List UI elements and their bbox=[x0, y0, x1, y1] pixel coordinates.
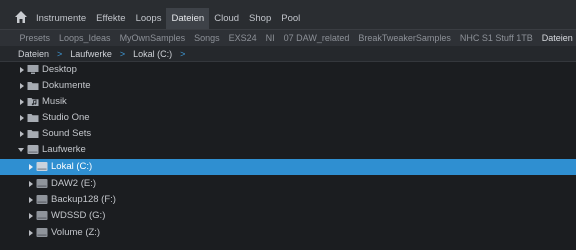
breadcrumb-separator: > bbox=[57, 48, 63, 59]
favorite-exs24[interactable]: EXS24 bbox=[224, 30, 261, 46]
tab-loops[interactable]: Loops bbox=[131, 8, 167, 29]
main-tabs: Instrumente Effekte Loops Dateien Cloud … bbox=[31, 8, 305, 29]
breadcrumb-laufwerke[interactable]: Laufwerke bbox=[70, 49, 112, 59]
collapse-arrow-icon[interactable] bbox=[17, 146, 25, 154]
breadcrumb-separator: > bbox=[119, 48, 126, 59]
tab-dateien[interactable]: Dateien bbox=[166, 8, 210, 29]
favorite-breaktweakersamples[interactable]: BreakTweakerSamples bbox=[354, 30, 456, 46]
favorite-daw-related[interactable]: 07 DAW_related bbox=[279, 30, 354, 46]
tree-item-lokal-c[interactable]: Lokal (C:) bbox=[0, 159, 576, 175]
breadcrumb-lokal-c[interactable]: Lokal (C:) bbox=[133, 49, 172, 59]
tree-item-studio-one[interactable]: Studio One bbox=[0, 110, 576, 126]
drive-icon bbox=[36, 228, 48, 237]
tab-instrumente[interactable]: Instrumente bbox=[31, 8, 91, 29]
favorite-ni[interactable]: NI bbox=[261, 30, 279, 46]
expand-arrow-icon[interactable] bbox=[18, 130, 26, 138]
drive-icon bbox=[36, 162, 48, 171]
tree-item-label: Volume (Z:) bbox=[51, 227, 101, 238]
favorite-presets[interactable]: Presets bbox=[15, 30, 55, 46]
favorite-nhc-s1-stuff[interactable]: NHC S1 Stuff 1TB bbox=[455, 30, 537, 46]
tab-cloud[interactable]: Cloud bbox=[209, 8, 244, 29]
tab-effekte[interactable]: Effekte bbox=[91, 8, 130, 29]
expand-arrow-icon[interactable] bbox=[18, 82, 26, 90]
tree-item-label: Backup128 (F:) bbox=[51, 194, 116, 205]
expand-arrow-icon[interactable] bbox=[18, 114, 26, 122]
tree-item-daw2-e[interactable]: DAW2 (E:) bbox=[0, 176, 576, 192]
folder-icon bbox=[27, 82, 39, 90]
tab-pool[interactable]: Pool bbox=[276, 8, 305, 29]
expand-arrow-icon[interactable] bbox=[27, 212, 35, 220]
favorite-loops-ideas[interactable]: Loops_Ideas bbox=[55, 30, 116, 46]
tree-item-label: Dokumente bbox=[42, 80, 91, 91]
expand-arrow-icon[interactable] bbox=[18, 98, 26, 106]
breadcrumb: Dateien > Laufwerke > Lokal (C:) > bbox=[0, 46, 576, 62]
tree-item-backup128-f[interactable]: Backup128 (F:) bbox=[0, 192, 576, 208]
tree-item-desktop[interactable]: Desktop bbox=[0, 62, 576, 78]
expand-arrow-icon[interactable] bbox=[27, 163, 35, 171]
tree-item-label: Lokal (C:) bbox=[51, 161, 93, 172]
tree-item-label: DAW2 (E:) bbox=[51, 178, 97, 189]
file-tree: Desktop Dokumente Musik Studio One Sound… bbox=[0, 62, 576, 250]
breadcrumb-separator: > bbox=[180, 48, 186, 59]
favorites-bar: Presets Loops_Ideas MyOwnSamples Songs E… bbox=[0, 30, 576, 46]
drive-icon bbox=[36, 195, 48, 204]
folder-icon bbox=[27, 114, 39, 122]
home-icon[interactable] bbox=[14, 10, 28, 24]
favorite-dateien[interactable]: Dateien bbox=[537, 30, 576, 46]
music-folder-icon bbox=[27, 98, 39, 106]
expand-arrow-icon[interactable] bbox=[27, 196, 35, 204]
breadcrumb-dateien[interactable]: Dateien bbox=[18, 49, 49, 59]
tree-item-wdssd-g[interactable]: WDSSD (G:) bbox=[0, 208, 576, 224]
tree-item-label: Studio One bbox=[42, 112, 90, 123]
tree-item-label: WDSSD (G:) bbox=[51, 210, 106, 221]
tree-item-label: Laufwerke bbox=[42, 144, 86, 155]
tree-item-volume-z[interactable]: Volume (Z:) bbox=[0, 225, 576, 241]
tree-item-dokumente[interactable]: Dokumente bbox=[0, 78, 576, 94]
drives-icon bbox=[27, 145, 39, 154]
top-nav-bar: Instrumente Effekte Loops Dateien Cloud … bbox=[0, 0, 576, 30]
tree-item-label: Desktop bbox=[42, 64, 77, 75]
tree-item-sound-sets[interactable]: Sound Sets bbox=[0, 126, 576, 142]
tree-item-musik[interactable]: Musik bbox=[0, 94, 576, 110]
monitor-icon bbox=[27, 65, 39, 74]
favorite-songs[interactable]: Songs bbox=[190, 30, 225, 46]
expand-arrow-icon[interactable] bbox=[27, 180, 35, 188]
drive-icon bbox=[36, 211, 48, 220]
tree-item-label: Sound Sets bbox=[42, 128, 92, 139]
tree-item-laufwerke[interactable]: Laufwerke bbox=[0, 142, 576, 158]
expand-arrow-icon[interactable] bbox=[18, 66, 26, 74]
tab-shop[interactable]: Shop bbox=[244, 8, 276, 29]
favorite-myownsamples[interactable]: MyOwnSamples bbox=[115, 30, 190, 46]
drive-icon bbox=[36, 179, 48, 188]
folder-icon bbox=[27, 130, 39, 138]
tree-item-label: Musik bbox=[42, 96, 67, 107]
expand-arrow-icon[interactable] bbox=[27, 229, 35, 237]
